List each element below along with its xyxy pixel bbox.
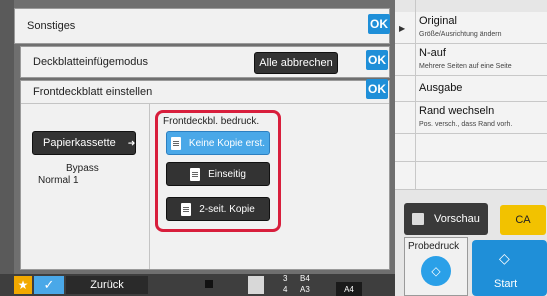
start-button[interactable]: ◇ Start xyxy=(472,240,547,296)
option-single-sided[interactable]: Einseitig xyxy=(166,162,270,186)
cancel-all-button[interactable]: Alle abbrechen xyxy=(254,52,338,74)
tray-number: 4 xyxy=(283,285,288,294)
tray-size: B4 xyxy=(300,274,310,283)
tray-number: 3 xyxy=(283,274,288,283)
proof-print-label: Probedruck xyxy=(408,241,460,252)
paper-tray-button[interactable]: Papierkassette ➜ xyxy=(32,131,136,155)
document-icon xyxy=(170,136,181,150)
option-two-sided-label: 2-seit. Kopie xyxy=(199,203,255,215)
menu-item-subtitle: Pos. versch., dass Rand vorh. xyxy=(419,121,513,128)
tray-indicator xyxy=(205,280,213,288)
back-button[interactable]: Zurück xyxy=(66,276,148,294)
preview-button[interactable]: Vorschau xyxy=(404,203,488,235)
start-label: Start xyxy=(494,278,518,290)
check-icon[interactable]: ✓ xyxy=(34,276,64,294)
arrow-right-icon: ➜ xyxy=(127,137,136,148)
paper-type-text: Normal 1 xyxy=(38,175,79,186)
cover-mode-ok-button[interactable]: OK xyxy=(366,50,388,70)
menu-item-title: N-auf xyxy=(419,47,446,59)
column-divider xyxy=(149,103,150,269)
document-icon xyxy=(190,167,201,181)
background-strip xyxy=(0,0,14,296)
play-icon: ▶ xyxy=(399,24,406,33)
sonstiges-panel: Sonstiges xyxy=(14,8,390,44)
current-paper-size: A4 xyxy=(336,282,362,296)
front-cover-ok-button[interactable]: OK xyxy=(366,79,388,99)
tray-icon xyxy=(248,276,264,294)
menu-item-title: Rand wechseln xyxy=(419,105,495,117)
menu-item-subtitle: Größe/Ausrichtung ändern xyxy=(419,31,502,38)
option-no-copy[interactable]: Keine Kopie erst. xyxy=(166,131,270,155)
divider-line xyxy=(21,103,389,104)
preview-icon xyxy=(412,213,424,225)
document-icon xyxy=(181,202,192,216)
menu-item-empty-2[interactable] xyxy=(395,162,547,190)
start-icon: ◇ xyxy=(499,250,510,266)
menu-item-title: Original xyxy=(419,15,457,27)
cover-mode-title: Deckblatteinfügemodus xyxy=(33,56,148,68)
ca-button[interactable]: CA xyxy=(500,205,546,235)
panel-title: Sonstiges xyxy=(27,20,76,32)
menu-item-subtitle: Mehrere Seiten auf eine Seite xyxy=(419,63,512,70)
menu-item-margin-shift[interactable]: Rand wechseln Pos. versch., dass Rand vo… xyxy=(395,102,547,134)
ok-button[interactable]: OK xyxy=(368,14,390,34)
bottom-bar: ★ ✓ Zurück 3 B4 4 A3 A4 xyxy=(0,274,395,296)
menu-item-empty-1[interactable] xyxy=(395,134,547,162)
paper-tray-label: Papierkassette xyxy=(43,137,116,149)
option-two-sided[interactable]: 2-seit. Kopie xyxy=(166,197,270,221)
menu-item-original[interactable]: ▶ Original Größe/Ausrichtung ändern xyxy=(395,12,547,44)
screen: Sonstiges OK Deckblatteinfügemodus Alle … xyxy=(0,0,547,296)
star-icon[interactable]: ★ xyxy=(14,276,32,294)
menu-divider xyxy=(415,0,416,190)
proof-print-icon: ◇ xyxy=(421,256,451,286)
menu-item-n-up[interactable]: N-auf Mehrere Seiten auf eine Seite xyxy=(395,44,547,76)
menu-item-title: Ausgabe xyxy=(419,82,463,94)
tray-size: A3 xyxy=(300,285,310,294)
preview-label: Vorschau xyxy=(434,213,480,225)
option-no-copy-label: Keine Kopie erst. xyxy=(188,137,266,149)
front-cover-title: Frontdeckblatt einstellen xyxy=(33,86,153,98)
bypass-text: Bypass xyxy=(66,163,99,174)
print-options-label: Frontdeckbl. bedruck. xyxy=(163,116,260,127)
option-single-sided-label: Einseitig xyxy=(208,168,246,180)
menu-item-output[interactable]: Ausgabe xyxy=(395,76,547,102)
proof-print-panel[interactable]: Probedruck ◇ xyxy=(404,237,468,296)
